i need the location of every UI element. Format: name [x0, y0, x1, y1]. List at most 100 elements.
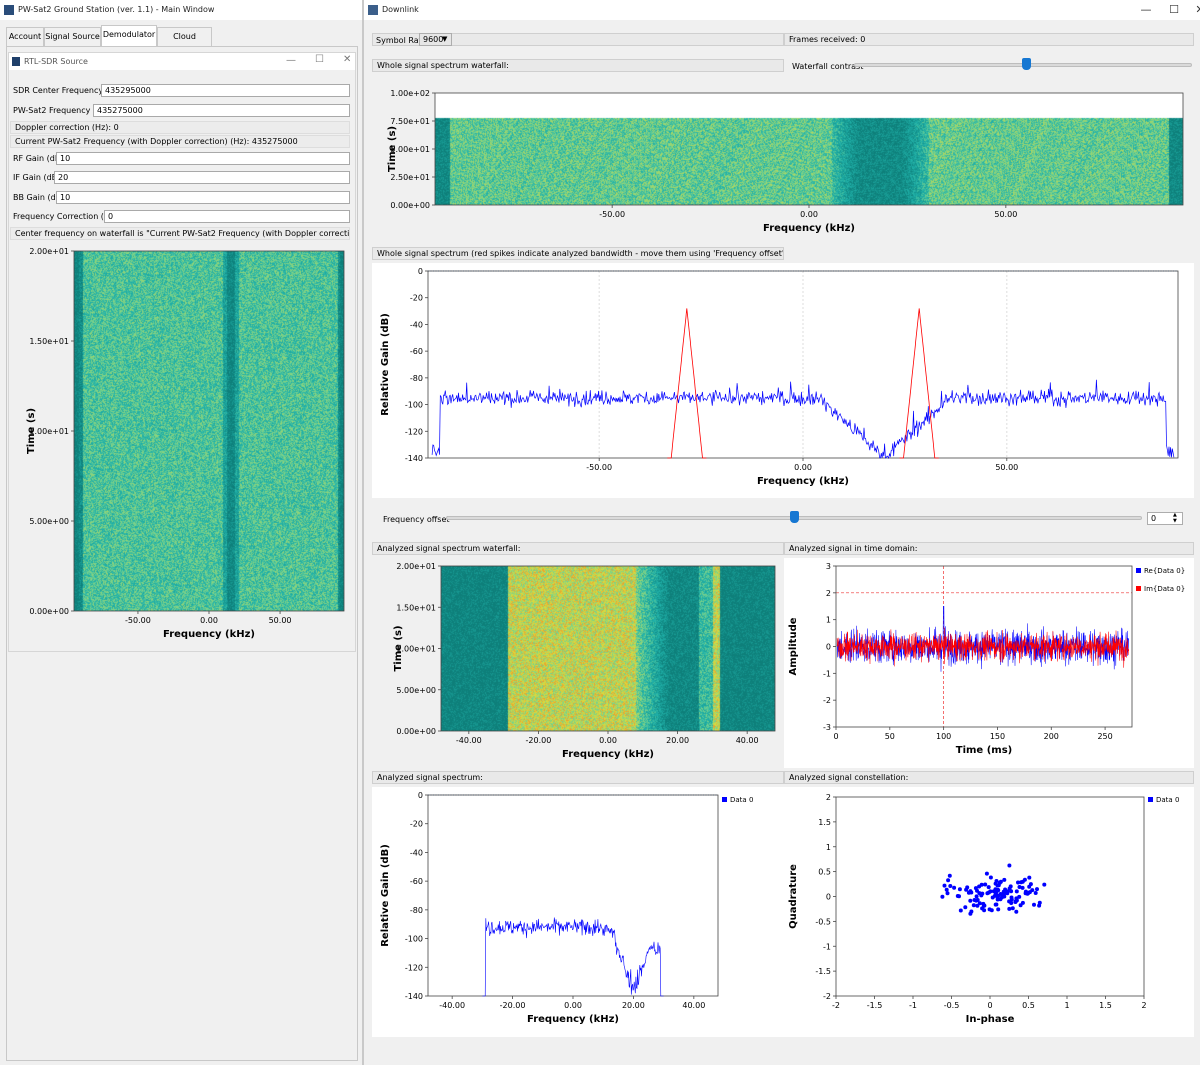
rtl-waterfall-plot: -50.00 0.00 50.00 0.00e+00 5.00e+00 1.00e+01 1…	[10, 243, 355, 645]
whole-spectrum-red-spike	[667, 308, 707, 459]
analyzed-spectrum-ytick-label: -60	[410, 877, 423, 886]
rtl-waterfall-ytick-label: 2.00e+01	[29, 247, 69, 256]
downlink-maximize-button[interactable]: ☐	[1160, 0, 1188, 20]
constellation-point	[1017, 894, 1022, 899]
time-domain-xtick-label: 50	[885, 732, 895, 741]
constellation-xtick-label: 1	[1064, 1001, 1069, 1010]
frequency-correction-input[interactable]: 0	[104, 210, 350, 223]
constellation-xtick-label: -0.5	[944, 1001, 960, 1010]
constellation-point	[988, 875, 993, 880]
constellation-point	[963, 905, 968, 910]
legend-label: Data 0	[730, 796, 753, 804]
analyzed-waterfall-ytick-label: 1.50e+01	[396, 603, 436, 612]
frequency-offset-label: Frequency offset	[383, 515, 450, 524]
symbol-rate-select[interactable]: 9600 ▼	[419, 33, 452, 46]
constellation-point	[1002, 891, 1007, 896]
bb-gain-input[interactable]: 10	[56, 191, 350, 204]
analyzed-waterfall-ytick-label: 5.00e+00	[396, 686, 436, 695]
constellation-point	[1042, 882, 1047, 887]
whole-spectrum-ytick-label: -120	[405, 427, 423, 436]
whole-spectrum-svg: -50.00 0.00 50.00 -140 -120 -100 -80 -60 -40 -20 0…	[380, 267, 1179, 487]
rf-gain-input[interactable]: 10	[56, 152, 350, 165]
constellation-point	[942, 883, 947, 888]
rtl-sdr-titlebar[interactable]: RTL-SDR Source — ☐ ✕	[9, 53, 355, 70]
constellation-point	[1019, 880, 1024, 885]
time-domain-xtick-label: 200	[1044, 732, 1059, 741]
constellation-xtick-label: 0	[987, 1001, 992, 1010]
downlink-app-icon	[368, 5, 378, 15]
constellation-point	[957, 887, 962, 892]
rtl-sdr-minimize-button[interactable]: —	[286, 55, 296, 66]
time-domain-header: Analyzed signal in time domain:	[784, 542, 1194, 555]
sdr-center-frequency-input[interactable]: 435295000	[101, 84, 350, 97]
time-domain-svg: 0 50 100 150 200 250 -3 -2 -1 0 1 2 3 Time (ms) Amplit…	[788, 562, 1185, 756]
frequency-offset-spinbox[interactable]: 0 ▲ ▼	[1147, 512, 1183, 525]
whole-waterfall-ytick-label: 2.50e+01	[390, 173, 430, 182]
analyzed-spectrum-ytick-label: -80	[410, 906, 423, 915]
constellation-point	[973, 886, 978, 891]
doppler-correction-readout: Doppler correction (Hz): 0	[10, 121, 350, 134]
spin-arrows-icon[interactable]: ▲ ▼	[1173, 512, 1177, 524]
tab-signal-source[interactable]: Signal Source	[44, 27, 101, 46]
constellation-ytick-label: -1.5	[815, 967, 831, 976]
whole-waterfall-frame	[434, 92, 1184, 206]
constellation-frame	[835, 796, 1145, 997]
whole-waterfall-ytick-label: 7.50e+01	[390, 117, 430, 126]
constellation-xtick-label: -1	[909, 1001, 917, 1010]
tab-cloud-upload[interactable]: Cloud Upload	[157, 27, 212, 59]
pwsat2-frequency-input[interactable]: 435275000	[93, 104, 350, 117]
constellation-xtick-label: 2	[1141, 1001, 1146, 1010]
waterfall-contrast-handle[interactable]	[1022, 58, 1032, 70]
downlink-titlebar[interactable]: Downlink	[364, 0, 1200, 20]
constellation-point	[1014, 889, 1019, 894]
rtl-waterfall-xtick-label: 50.00	[269, 616, 292, 625]
constellation-point	[944, 887, 949, 892]
analyzed-waterfall-xlabel: Frequency (kHz)	[562, 749, 654, 760]
legend-swatch	[1136, 586, 1141, 591]
analyzed-spectrum-ytick-label: -120	[405, 963, 423, 972]
frames-received-readout: Frames received: 0	[784, 33, 1194, 46]
constellation-point	[993, 902, 998, 907]
constellation-point	[986, 885, 991, 890]
constellation-ytick-label: 0	[826, 893, 831, 902]
constellation-point	[977, 901, 982, 906]
tab-demodulator[interactable]: Demodulator	[101, 25, 157, 46]
downlink-close-button[interactable]: ✕	[1186, 0, 1200, 20]
rtl-sdr-maximize-button[interactable]: ☐	[315, 54, 324, 65]
waterfall-contrast-slider[interactable]	[854, 58, 1192, 72]
whole-spectrum-plot: -50.00 0.00 50.00 -140 -120 -100 -80 -60 -40 -20 0…	[372, 263, 1194, 498]
rtl-waterfall-xtick-label: 0.00	[200, 616, 218, 625]
whole-spectrum-ytick-label: -100	[405, 401, 423, 410]
rtl-sdr-close-button[interactable]: ✕	[343, 54, 351, 65]
whole-spectrum-ytick-label: -20	[410, 294, 423, 303]
whole-spectrum-header: Whole signal spectrum (red spikes indica…	[372, 247, 784, 260]
constellation-point	[948, 884, 953, 888]
downlink-minimize-button[interactable]: —	[1132, 0, 1160, 20]
analyzed-spectrum-xtick-label: 0.00	[564, 1001, 582, 1010]
constellation-point	[1013, 899, 1018, 904]
frequency-offset-slider[interactable]	[446, 511, 1142, 525]
rtl-waterfall-ylabel: Time (s)	[26, 408, 37, 454]
tab-account[interactable]: Account	[6, 27, 44, 46]
constellation-xlabel: In-phase	[966, 1014, 1015, 1025]
whole-waterfall-xlabel: Frequency (kHz)	[763, 223, 855, 234]
if-gain-input[interactable]: 20	[54, 171, 350, 184]
constellation-point	[1007, 906, 1012, 911]
constellation-point	[946, 878, 951, 883]
whole-spectrum-xlabel: Frequency (kHz)	[757, 476, 849, 487]
constellation-point	[983, 882, 988, 887]
analyzed-spectrum-header: Analyzed signal spectrum:	[372, 771, 784, 784]
constellation-point	[966, 890, 971, 895]
whole-spectrum-ylabel: Relative Gain (dB)	[380, 313, 391, 416]
frequency-offset-handle[interactable]	[790, 511, 799, 523]
whole-waterfall-plot: -50.00 0.00 50.00 0.00e+00 2.50e+01 5.00e+01 7…	[372, 80, 1194, 240]
analyzed-spectrum-ytick-label: 0	[418, 791, 423, 800]
main-window-titlebar[interactable]: PW-Sat2 Ground Station (ver. 1.1) - Main…	[0, 0, 362, 20]
constellation-point	[945, 891, 950, 896]
current-frequency-readout: Current PW-Sat2 Frequency (with Doppler …	[10, 135, 350, 148]
main-window: PW-Sat2 Ground Station (ver. 1.1) - Main…	[0, 0, 362, 1065]
analyzed-waterfall-ytick-label: 2.00e+01	[396, 562, 436, 571]
whole-waterfall-xtick-label: -50.00	[599, 210, 625, 219]
legend-label: Data 0	[1156, 796, 1179, 804]
analyzed-waterfall-axes: -40.00 -20.00 0.00 20.00 40.00 0.00e+00 5.00e+…	[393, 562, 776, 760]
